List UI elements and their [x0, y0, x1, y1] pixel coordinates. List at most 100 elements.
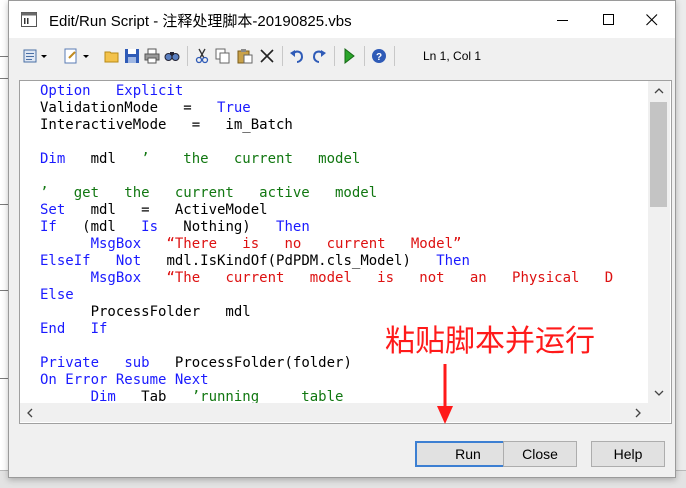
maximize-icon: [603, 13, 614, 25]
code-token: ’ get the current active model: [40, 185, 378, 201]
run-toolbar-button[interactable]: [340, 47, 358, 65]
code-token: “The current model is not an Physical D: [166, 270, 614, 286]
help-icon: ?: [372, 49, 386, 63]
scroll-left-button[interactable]: [20, 403, 40, 422]
annotation-arrow-icon: [437, 364, 453, 424]
code-token: Not: [115, 253, 142, 269]
background-divider: [0, 290, 8, 291]
code-token: On Error Resume Next: [40, 372, 209, 388]
code-token: If: [90, 321, 108, 337]
undo-button[interactable]: [288, 47, 306, 65]
code-token: mdl = ActiveModel: [65, 202, 268, 218]
script-editor[interactable]: Option Explicit ValidationMode = True Inte…: [19, 80, 672, 424]
toolbar-separator: [334, 46, 335, 66]
paste-button[interactable]: [236, 47, 254, 65]
code-line: Else: [40, 287, 74, 304]
code-line: ValidationMode = True: [40, 100, 251, 117]
print-button[interactable]: [143, 47, 161, 65]
background-divider: [0, 78, 8, 79]
help-toolbar-button[interactable]: ?: [370, 47, 388, 65]
code-line: ProcessFolder mdl: [40, 304, 251, 321]
edit-menu-dropdown[interactable]: [23, 47, 53, 65]
title-bar[interactable]: Edit/Run Script - 注释处理脚本-20190825.vbs: [9, 1, 675, 38]
code-token: InteractiveMode = im_Batch: [40, 117, 293, 133]
code-token: mdl.IsKindOf(PdPDM.cls_Model): [141, 253, 437, 269]
save-icon: [125, 49, 139, 63]
scroll-right-button[interactable]: [628, 403, 648, 422]
code-token: Nothing): [158, 219, 277, 235]
cut-icon: [195, 48, 209, 64]
chevron-left-icon: [27, 408, 33, 417]
code-line: Dim mdl ’ the current model: [40, 151, 360, 168]
minimize-button[interactable]: [540, 1, 586, 38]
code-line: ElseIf Not mdl.IsKindOf(PdPDM.cls_Model)…: [40, 253, 470, 270]
copy-button[interactable]: [214, 47, 232, 65]
code-line: End If: [40, 321, 107, 338]
code-token: Then: [436, 253, 470, 269]
code-token: Then: [276, 219, 310, 235]
code-token: MsgBox: [40, 270, 167, 286]
edit-menu-icon: [23, 49, 47, 63]
code-token: Set: [40, 202, 66, 218]
code-line: Private sub ProcessFolder(folder): [40, 355, 352, 372]
undo-icon: [290, 50, 304, 63]
code-token: ’running table: [191, 389, 344, 403]
vertical-scroll-thumb[interactable]: [650, 102, 667, 207]
code-token: Tab: [115, 389, 192, 403]
run-icon: [344, 48, 355, 64]
code-line: MsgBox “The current model is not an Phys…: [40, 270, 614, 287]
code-token: Is: [141, 219, 159, 235]
properties-menu-dropdown[interactable]: [63, 47, 95, 65]
copy-icon: [215, 48, 230, 64]
maximize-button[interactable]: [586, 1, 632, 38]
code-line: ’ get the current active model: [40, 185, 377, 202]
code-line: Option Explicit: [40, 83, 183, 100]
code-token: ’ the current model: [141, 151, 361, 167]
annotation-label: 粘贴脚本并运行: [385, 324, 595, 359]
close-button[interactable]: Close: [503, 441, 577, 467]
open-button[interactable]: [103, 47, 121, 65]
chevron-right-icon: [635, 408, 641, 417]
code-token: If: [40, 219, 57, 235]
code-token: Dim: [40, 151, 66, 167]
chevron-up-icon: [654, 88, 664, 94]
save-button[interactable]: [123, 47, 141, 65]
close-icon: [646, 13, 658, 25]
find-icon: [164, 52, 180, 61]
code-token: mdl: [65, 151, 142, 167]
scroll-up-button[interactable]: [648, 81, 670, 101]
delete-icon: [260, 49, 274, 63]
toolbar-separator: [282, 46, 283, 66]
code-token: “There is no current Model”: [166, 236, 462, 252]
paste-icon: [237, 49, 253, 64]
edit-run-script-dialog: Edit/Run Script - 注释处理脚本-20190825.vbs ? …: [8, 0, 676, 478]
toolbar: ? Ln 1, Col 1: [9, 38, 675, 72]
cursor-position-indicator: Ln 1, Col 1: [423, 49, 482, 63]
code-token: ValidationMode =: [40, 100, 218, 116]
background-divider: [0, 204, 8, 205]
code-line: If (mdl Is Nothing) Then: [40, 219, 310, 236]
code-token: Dim: [40, 389, 116, 403]
code-line: On Error Resume Next: [40, 372, 209, 389]
minimize-icon: [557, 19, 568, 21]
code-token: ElseIf: [40, 253, 91, 269]
delete-button[interactable]: [258, 47, 276, 65]
find-button[interactable]: [163, 47, 181, 65]
open-icon: [104, 51, 119, 63]
redo-button[interactable]: [310, 47, 328, 65]
horizontal-scrollbar[interactable]: [20, 403, 648, 422]
code-token: Option Explicit: [40, 83, 184, 99]
script-window-icon: [21, 12, 37, 27]
close-window-button[interactable]: [629, 1, 675, 38]
cut-button[interactable]: [193, 47, 211, 65]
help-button[interactable]: Help: [591, 441, 665, 467]
code-token: True: [217, 100, 251, 116]
scroll-down-button[interactable]: [648, 383, 670, 403]
code-token: (mdl: [56, 219, 142, 235]
code-token: Else: [40, 287, 74, 303]
code-token: MsgBox: [40, 236, 167, 252]
vertical-scrollbar[interactable]: [648, 81, 670, 403]
code-token: End: [40, 321, 66, 337]
